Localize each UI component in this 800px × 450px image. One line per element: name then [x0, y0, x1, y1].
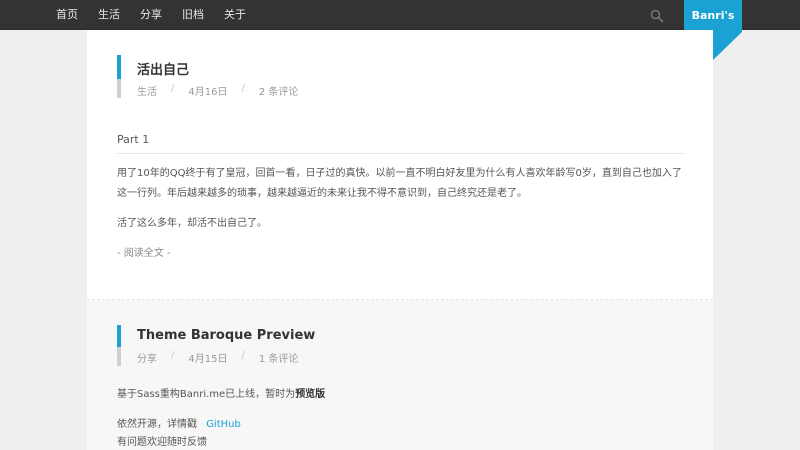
main-nav: 首页 生活 分享 旧档 关于 [46, 0, 256, 30]
read-more-link[interactable]: - 阅读全文 - [117, 244, 685, 264]
post-comments[interactable]: 1 条评论 [259, 350, 299, 365]
search-icon[interactable] [650, 8, 664, 23]
post-date: 4月16日 [188, 87, 228, 98]
section-heading: Part 1 [117, 133, 150, 146]
post-meta: 生活 / 4月16日 / 2 条评论 [137, 83, 298, 98]
post-title[interactable]: Theme Baroque Preview [137, 328, 315, 343]
nav-item-about[interactable]: 关于 [224, 0, 246, 30]
post-article: 活出自己 生活 / 4月16日 / 2 条评论 Part 1 用了10年的QQ终… [87, 30, 713, 300]
posts-container: 活出自己 生活 / 4月16日 / 2 条评论 Part 1 用了10年的QQ终… [87, 30, 713, 450]
title-accent-bar [117, 55, 121, 98]
post-paragraph: 活了这么多年，却活不出自己了。 [117, 218, 267, 229]
post-category[interactable]: 生活 [137, 83, 157, 98]
nav-item-life[interactable]: 生活 [98, 0, 120, 30]
meta-separator: / [171, 350, 175, 361]
nav-item-archive[interactable]: 旧档 [182, 0, 204, 30]
section-divider [117, 153, 685, 154]
post-category[interactable]: 分享 [137, 350, 157, 365]
post-paragraph: 用了10年的QQ终于有了皇冠，回首一看，日子过的真快。以前一直不明白好友里为什么… [117, 164, 685, 204]
post-comments[interactable]: 2 条评论 [259, 83, 299, 98]
site-logo-text[interactable]: Banri's [684, 9, 742, 22]
meta-separator: / [241, 350, 245, 361]
nav-item-share[interactable]: 分享 [140, 0, 162, 30]
post-paragraph: 依然开源，详情戳 GitHub [117, 415, 685, 435]
top-navbar: 首页 生活 分享 旧档 关于 [0, 0, 800, 30]
post-paragraph: 有问题欢迎随时反馈 [117, 437, 207, 448]
post-meta: 分享 / 4月15日 / 1 条评论 [137, 350, 298, 365]
emphasis-text: 预览版 [295, 389, 326, 400]
title-accent-bar [117, 325, 121, 366]
github-link[interactable]: GitHub [206, 419, 241, 430]
post-date: 4月15日 [188, 354, 228, 365]
meta-separator: / [241, 83, 245, 94]
meta-separator: / [171, 83, 175, 94]
post-article: Theme Baroque Preview 分享 / 4月15日 / 1 条评论… [87, 300, 713, 450]
paragraph-line: 这一行列。年后越来越多的琐事，越来越逼近的未来让我不得不意识到，自己终究还是老了… [117, 188, 527, 199]
paragraph-line: 用了10年的QQ终于有了皇冠，回首一看，日子过的真快。以前一直不明白好友里为什么… [117, 168, 682, 179]
nav-item-home[interactable]: 首页 [56, 0, 78, 30]
post-title[interactable]: 活出自己 [137, 59, 189, 78]
paragraph-text: 依然开源，详情戳 [117, 419, 197, 430]
paragraph-text: 基于Sass重构Banri.me已上线，暂时为 [117, 389, 296, 400]
post-paragraph: 基于Sass重构Banri.me已上线，暂时为预览版 [117, 385, 685, 405]
